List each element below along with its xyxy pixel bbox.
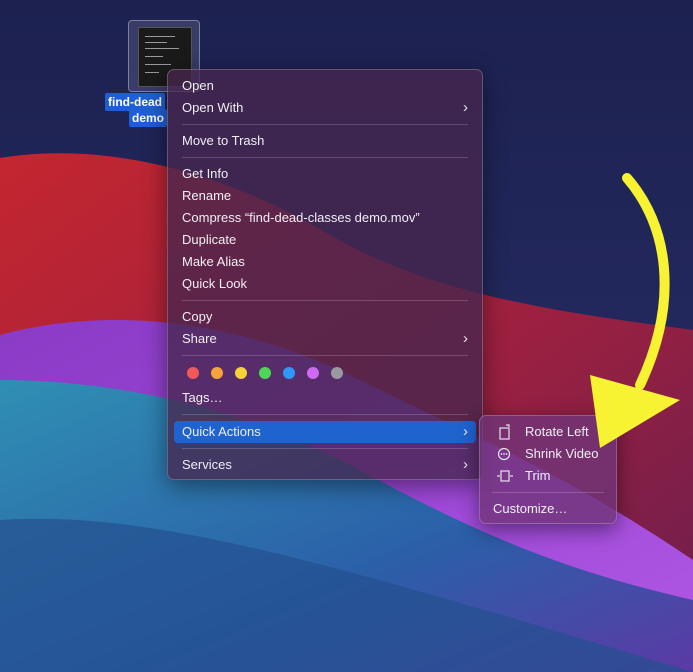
annotation-arrow-head xyxy=(590,375,680,448)
annotation-arrow-overlay xyxy=(590,173,680,448)
annotation-arrow-curve xyxy=(622,173,670,390)
